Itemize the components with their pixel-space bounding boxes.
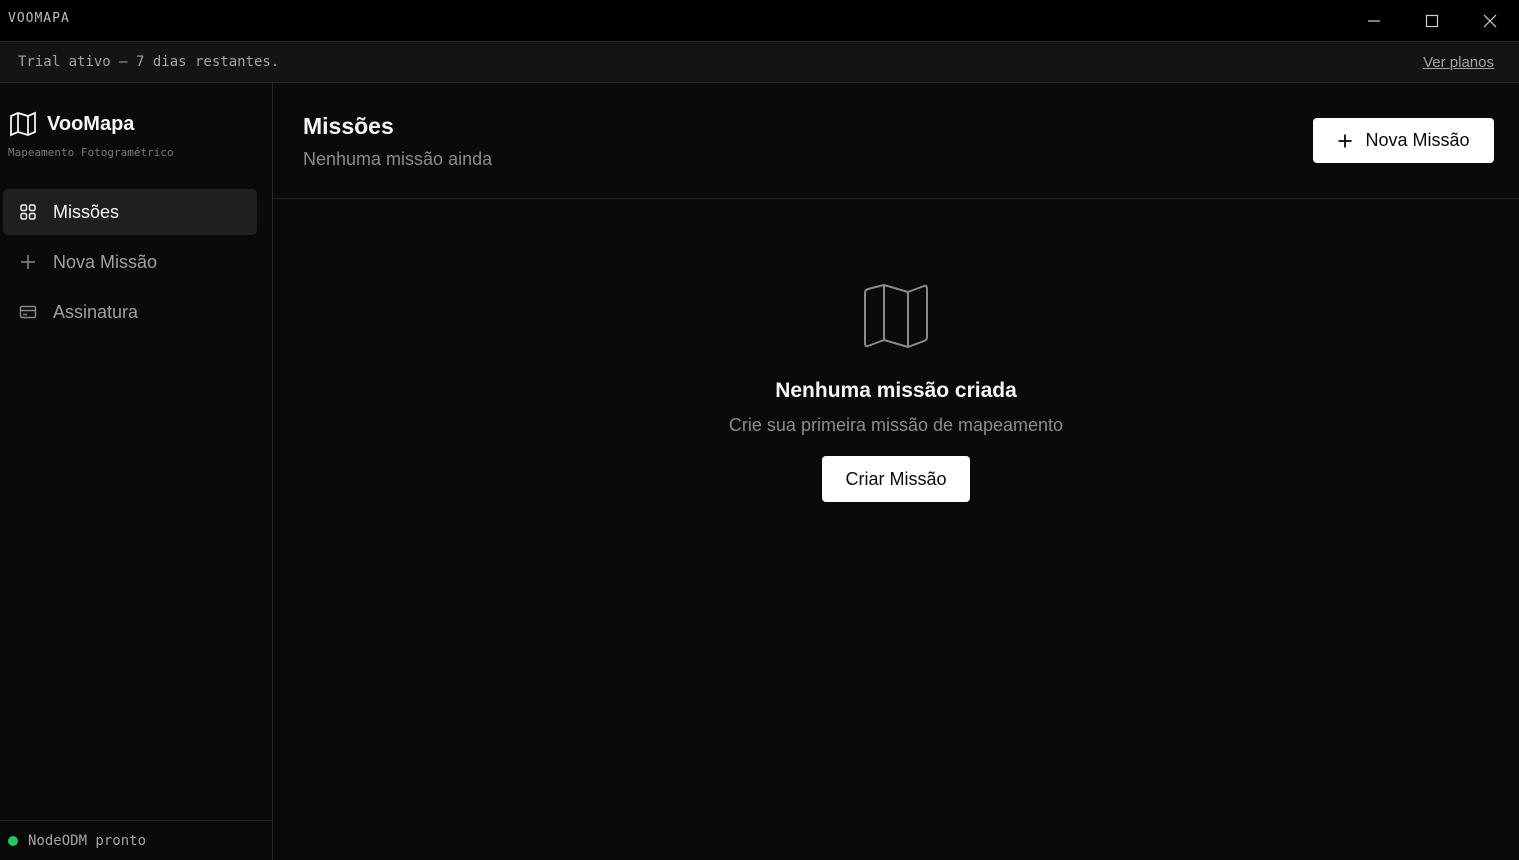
minimize-icon	[1368, 19, 1380, 22]
new-mission-button-label: Nova Missão	[1365, 130, 1470, 150]
maximize-icon	[1425, 14, 1439, 27]
map-icon	[10, 111, 36, 137]
sidebar-item-assinatura[interactable]: Assinatura	[3, 289, 257, 335]
maximize-button[interactable]	[1403, 0, 1461, 41]
trial-banner: Trial ativo — 7 dias restantes. Ver plan…	[0, 41, 1519, 83]
plus-icon	[1338, 134, 1352, 147]
app-name: VOOMAPA	[8, 11, 70, 26]
brand-subtitle: Mapeamento Fotogramétrico	[8, 146, 174, 159]
main-content: Missões Nenhuma missão ainda Nova Missão…	[273, 83, 1519, 860]
plus-icon	[21, 255, 35, 269]
brand: VooMapa	[9, 111, 134, 137]
map-icon	[864, 284, 928, 348]
minimize-button[interactable]	[1345, 0, 1403, 41]
page-title: Missões	[303, 113, 394, 139]
sidebar-item-label: Nova Missão	[53, 251, 158, 272]
window-controls	[1345, 0, 1519, 41]
empty-state-title: Nenhuma missão criada	[775, 379, 1017, 402]
status-text: NodeODM pronto	[28, 832, 147, 849]
create-mission-button[interactable]: Criar Missão	[822, 456, 970, 502]
page-header: Missões Nenhuma missão ainda Nova Missão	[273, 83, 1519, 199]
view-plans-link[interactable]: Ver planos	[1423, 54, 1494, 71]
new-mission-button[interactable]: Nova Missão	[1313, 118, 1494, 163]
status-indicator	[8, 835, 18, 846]
nodeodm-status: NodeODM pronto	[0, 820, 272, 860]
close-button[interactable]	[1461, 0, 1519, 41]
sidebar-item-nova-missao[interactable]: Nova Missão	[3, 239, 257, 285]
sidebar-nav: Missões Nova Missão Assinatura	[3, 189, 257, 339]
page-subtitle: Nenhuma missão ainda	[303, 149, 493, 169]
trial-banner-text: Trial ativo — 7 dias restantes.	[18, 54, 280, 70]
sidebar-item-label: Missões	[53, 201, 120, 222]
sidebar: VooMapa Mapeamento Fotogramétrico Missõe…	[0, 83, 273, 860]
empty-state: Nenhuma missão criada Crie sua primeira …	[273, 283, 1519, 502]
sidebar-item-missoes[interactable]: Missões	[3, 189, 257, 235]
credit-card-icon	[19, 305, 37, 319]
brand-name: VooMapa	[47, 112, 135, 135]
sidebar-item-label: Assinatura	[53, 301, 139, 322]
close-icon	[1483, 14, 1497, 27]
empty-state-subtitle: Crie sua primeira missão de mapeamento	[728, 415, 1064, 435]
grid-icon	[20, 204, 36, 220]
title-bar: VOOMAPA	[0, 0, 1519, 41]
